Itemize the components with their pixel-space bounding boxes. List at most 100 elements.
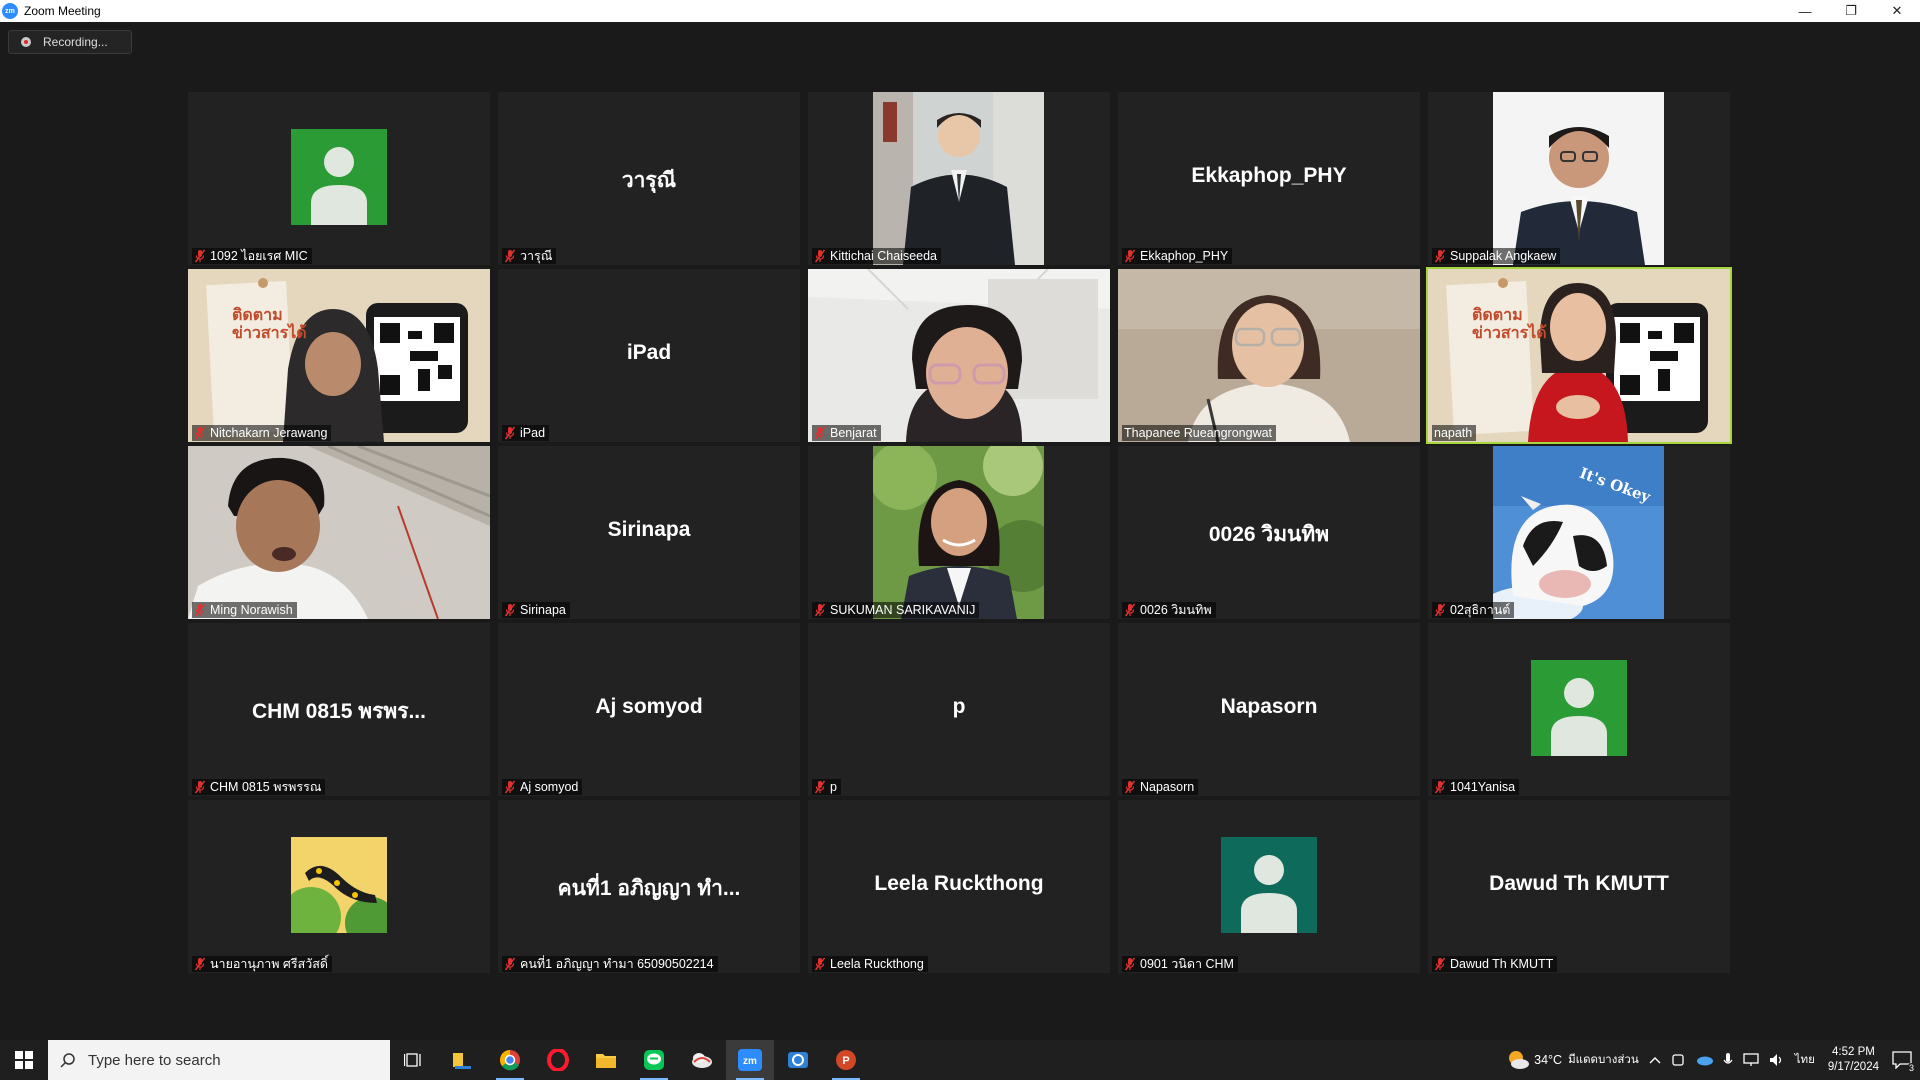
opera-icon[interactable] — [534, 1040, 582, 1080]
participant-tile-active-speaker[interactable]: ติดตาม ข่าวสารได้ napath — [1426, 267, 1732, 444]
poster-title-line: ติดตาม — [1472, 307, 1523, 324]
participant-tile[interactable]: 0901 วนิดา CHM — [1118, 800, 1420, 973]
start-button[interactable] — [0, 1040, 48, 1080]
network-icon[interactable] — [1743, 1053, 1759, 1067]
participant-tile[interactable]: Ekkaphop_PHY Ekkaphop_PHY — [1118, 92, 1420, 265]
participant-tile[interactable]: Kittichai Chaiseeda — [808, 92, 1110, 265]
microphone-icon[interactable] — [1723, 1052, 1733, 1068]
participant-name: 1092 ไอยเรศ MIC — [210, 249, 308, 263]
restore-button[interactable]: ❐ — [1828, 0, 1874, 22]
participant-name: 02สุธิกานต์ — [1450, 603, 1511, 617]
taskbar: Type here to search zm P 34°C มีแดดบางส่… — [0, 1040, 1920, 1080]
participant-name: p — [830, 780, 837, 794]
powerpoint-icon[interactable]: P — [822, 1040, 870, 1080]
participant-tile[interactable]: ติดตาม ข่าวสารได้ Nitchakarn Jerawang — [188, 269, 490, 442]
participant-tile[interactable]: It's Okey 02สุธิกานต์ — [1428, 446, 1730, 619]
participant-tile[interactable]: Suppalak Angkaew — [1428, 92, 1730, 265]
muted-mic-icon — [194, 780, 206, 794]
tray-app-icon[interactable] — [1671, 1053, 1685, 1067]
participant-tile[interactable]: iPad iPad — [498, 269, 800, 442]
participant-display-name: คนที่1 อภิญญา ทำ... — [557, 877, 741, 900]
participant-tile[interactable]: คนที่1 อภิญญา ทำ... คนที่1 อภิญญา ทำมา 6… — [498, 800, 800, 973]
participant-tile[interactable]: Leela Ruckthong Leela Ruckthong — [808, 800, 1110, 973]
participant-name-tag: napath — [1432, 425, 1477, 441]
folder-icon[interactable] — [582, 1040, 630, 1080]
volume-icon[interactable] — [1769, 1053, 1785, 1067]
participant-name: SUKUMAN SARIKAVANIJ — [830, 603, 976, 617]
participant-tile[interactable]: Thapanee Rueangrongwat — [1118, 269, 1420, 442]
recording-indicator[interactable]: Recording... — [8, 30, 132, 54]
line-app-icon[interactable] — [630, 1040, 678, 1080]
muted-mic-icon — [504, 249, 516, 263]
chevron-up-icon[interactable] — [1649, 1055, 1661, 1065]
muted-mic-icon — [814, 426, 826, 440]
participant-display-name: วารุณี — [621, 169, 677, 192]
weather-widget[interactable]: 34°C มีแดดบางส่วน — [1506, 1049, 1639, 1071]
muted-mic-icon — [814, 957, 826, 971]
participant-tile[interactable]: Ming Norawish — [188, 446, 490, 619]
participant-tile[interactable]: วารุณี วารุณี — [498, 92, 800, 265]
participant-tile[interactable]: SUKUMAN SARIKAVANIJ — [808, 446, 1110, 619]
clock[interactable]: 4:52 PM 9/17/2024 — [1828, 1045, 1879, 1075]
sun-cloud-icon — [1509, 1051, 1530, 1069]
onedrive-icon[interactable] — [1695, 1054, 1713, 1066]
zoom-taskbar-icon[interactable]: zm — [726, 1040, 774, 1080]
cloud-app-icon[interactable] — [678, 1040, 726, 1080]
participant-name: Dawud Th KMUTT — [1450, 957, 1554, 971]
participant-tile[interactable]: Sirinapa Sirinapa — [498, 446, 800, 619]
poster-title-line: ข่าวสารได้ — [232, 325, 307, 342]
participant-name-tag: p — [812, 779, 841, 795]
camera-app-icon[interactable] — [774, 1040, 822, 1080]
participant-name: CHM 0815 พรพรรณ — [210, 780, 322, 794]
participant-name-tag: Aj somyod — [502, 779, 583, 795]
participant-name-tag: 1092 ไอยเรศ MIC — [192, 248, 312, 264]
profile-photo — [873, 446, 1044, 619]
muted-mic-icon — [1124, 780, 1136, 794]
participant-tile[interactable]: นายอานุภาพ ศรีสวัสดิ์ — [188, 800, 490, 973]
participant-tile[interactable]: Benjarat — [808, 269, 1110, 442]
taskbar-search-box[interactable]: Type here to search — [48, 1040, 390, 1080]
zoom-logo-icon: zm — [2, 3, 18, 19]
participant-name-tag: SUKUMAN SARIKAVANIJ — [812, 602, 980, 618]
participant-tile[interactable]: Aj somyod Aj somyod — [498, 623, 800, 796]
svg-text:P: P — [842, 1055, 849, 1067]
participant-tile[interactable]: 0026 วิมนทิพ 0026 วิมนทิพ — [1118, 446, 1420, 619]
muted-mic-icon — [194, 957, 206, 971]
participant-tile[interactable]: CHM 0815 พรพร... CHM 0815 พรพรรณ — [188, 623, 490, 796]
participant-tile[interactable]: Dawud Th KMUTT Dawud Th KMUTT — [1428, 800, 1730, 973]
participant-name: 0901 วนิดา CHM — [1140, 957, 1234, 971]
profile-photo — [1493, 446, 1664, 619]
participant-name-tag: นายอานุภาพ ศรีสวัสดิ์ — [192, 956, 332, 972]
file-explorer-pinned-icon[interactable] — [438, 1040, 486, 1080]
participant-display-name: Sirinapa — [607, 518, 691, 541]
clock-date: 9/17/2024 — [1827, 1061, 1879, 1073]
participant-name-tag: Leela Ruckthong — [812, 956, 928, 972]
participant-tile[interactable]: Napasorn Napasorn — [1118, 623, 1420, 796]
input-language[interactable]: ไทย — [1795, 1051, 1815, 1069]
record-icon — [21, 37, 31, 47]
participant-name: Nitchakarn Jerawang — [210, 426, 328, 440]
notification-center-icon[interactable]: 3 — [1892, 1051, 1916, 1073]
participant-tile[interactable]: 1041Yanisa — [1428, 623, 1730, 796]
participant-name: Benjarat — [830, 426, 877, 440]
video-feed — [1118, 269, 1420, 442]
default-avatar-icon — [1221, 837, 1317, 933]
task-view-icon[interactable] — [390, 1040, 438, 1080]
participant-name-tag: 0901 วนิดา CHM — [1122, 956, 1238, 972]
video-feed — [188, 269, 490, 442]
participant-tile[interactable]: 1092 ไอยเรศ MIC — [188, 92, 490, 265]
participant-name: Sirinapa — [520, 603, 566, 617]
poster-title-line: ข่าวสารได้ — [1472, 325, 1547, 342]
clock-time: 4:52 PM — [1832, 1046, 1875, 1058]
poster-heading: ติดตาม ข่าวสารได้ — [1472, 307, 1547, 343]
search-icon — [60, 1053, 75, 1068]
close-button[interactable]: ✕ — [1874, 0, 1920, 22]
muted-mic-icon — [504, 426, 516, 440]
participant-display-name: Dawud Th KMUTT — [1489, 872, 1669, 895]
default-avatar-icon — [1531, 660, 1627, 756]
chrome-icon[interactable] — [486, 1040, 534, 1080]
participant-name: Napasorn — [1140, 780, 1195, 794]
participant-tile[interactable]: p p — [808, 623, 1110, 796]
minimize-button[interactable]: — — [1782, 0, 1828, 22]
poster-heading: ติดตาม ข่าวสารได้ — [232, 307, 307, 343]
